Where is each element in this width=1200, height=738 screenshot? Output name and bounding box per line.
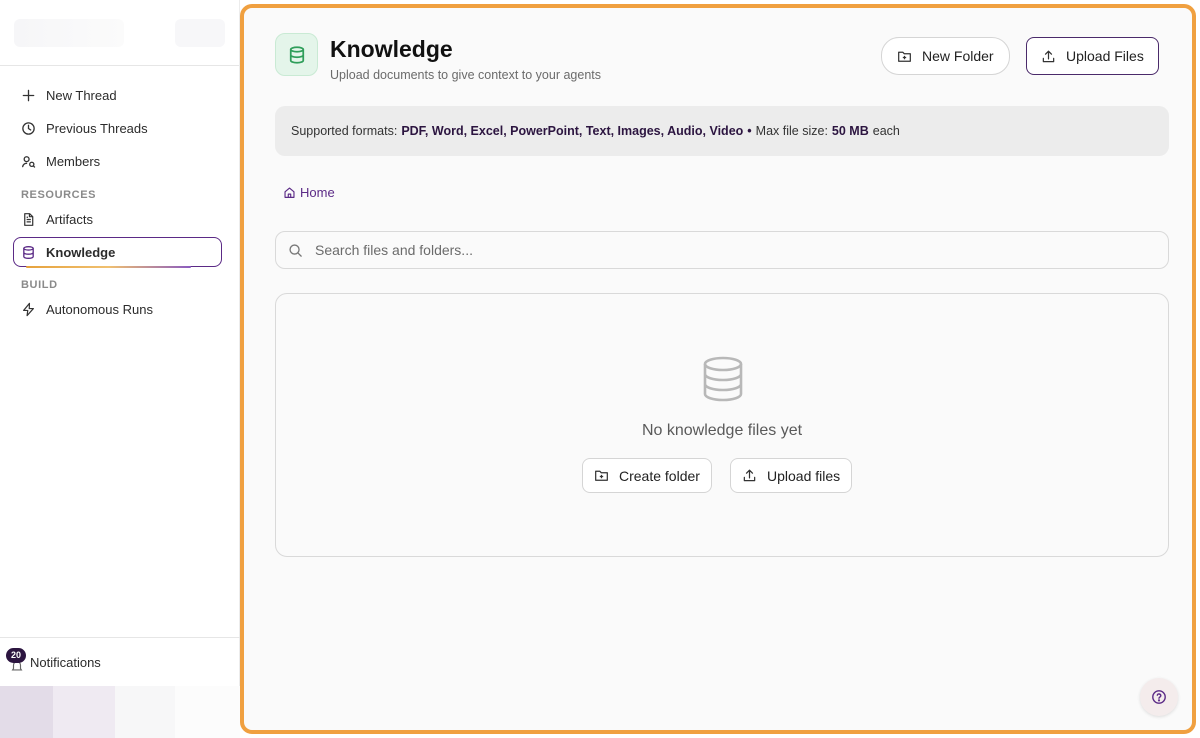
user-meta-blur bbox=[115, 686, 175, 738]
user-profile[interactable] bbox=[0, 686, 240, 738]
database-icon bbox=[703, 356, 743, 402]
notifications-button[interactable]: 20 Notifications bbox=[0, 638, 240, 686]
plus-icon bbox=[22, 89, 35, 101]
file-text-icon bbox=[24, 212, 34, 226]
formats-prefix: Supported formats: bbox=[291, 124, 398, 138]
sidebar-item-autonomous-runs[interactable]: Autonomous Runs bbox=[14, 293, 225, 325]
section-label-resources: RESOURCES bbox=[21, 189, 97, 201]
formats-list: PDF, Word, Excel, PowerPoint, Text, Imag… bbox=[401, 124, 744, 138]
users-icon bbox=[22, 155, 36, 168]
sidebar-item-label: Autonomous Runs bbox=[46, 301, 153, 317]
upload-files-empty-button[interactable]: Upload files bbox=[730, 458, 853, 493]
breadcrumb-home: Home bbox=[300, 185, 335, 200]
upload-files-label: Upload Files bbox=[1066, 48, 1144, 64]
workspace-logo[interactable] bbox=[14, 18, 124, 47]
user-name-blur bbox=[53, 686, 115, 738]
breadcrumb[interactable]: Home bbox=[283, 185, 335, 200]
section-label-build: BUILD bbox=[21, 279, 58, 291]
clock-icon bbox=[22, 121, 35, 135]
create-folder-label: Create folder bbox=[619, 467, 700, 484]
search-input[interactable] bbox=[315, 242, 1168, 258]
zap-icon bbox=[23, 302, 34, 316]
search-icon bbox=[289, 243, 302, 257]
database-icon bbox=[289, 45, 304, 64]
sidebar-item-label: Artifacts bbox=[46, 211, 93, 227]
folder-plus-icon bbox=[898, 51, 911, 62]
sidebar-item-new-thread[interactable]: New Thread bbox=[14, 79, 225, 111]
sidebar-item-label: Members bbox=[46, 153, 101, 169]
max-size-value: 50 MB bbox=[831, 124, 869, 138]
empty-state-message: No knowledge files yet bbox=[641, 422, 803, 439]
workspace-switcher[interactable] bbox=[175, 18, 225, 47]
page-header: Knowledge Upload documents to give conte… bbox=[275, 33, 601, 82]
max-size-suffix: each bbox=[872, 124, 900, 138]
database-icon bbox=[23, 245, 34, 259]
sidebar-item-label: New Thread bbox=[46, 87, 117, 103]
page-subtitle: Upload documents to give context to your… bbox=[330, 68, 601, 82]
sidebar-item-knowledge[interactable]: Knowledge bbox=[13, 237, 222, 268]
sidebar-item-artifacts[interactable]: Artifacts bbox=[14, 203, 225, 235]
sidebar-item-members[interactable]: Members bbox=[14, 145, 225, 177]
knowledge-panel: Knowledge Upload documents to give conte… bbox=[240, 4, 1196, 734]
sidebar-item-label: Previous Threads bbox=[46, 120, 148, 136]
new-folder-button[interactable]: New Folder bbox=[881, 37, 1010, 75]
sidebar: New Thread Previous Threads Members RESO… bbox=[0, 0, 240, 738]
sidebar-item-label: Knowledge bbox=[46, 244, 116, 260]
page-title: Knowledge bbox=[330, 36, 453, 62]
user-strip-fill bbox=[175, 686, 240, 738]
help-button[interactable] bbox=[1140, 678, 1178, 716]
search-bar bbox=[275, 231, 1169, 269]
help-circle-icon bbox=[1152, 690, 1166, 704]
empty-state: No knowledge files yet Create folder Upl… bbox=[275, 293, 1169, 557]
upload-icon bbox=[743, 469, 756, 482]
home-icon bbox=[284, 187, 295, 198]
upload-files-button[interactable]: Upload Files bbox=[1026, 37, 1159, 75]
sidebar-footer: 20 Notifications bbox=[0, 637, 240, 738]
supported-formats-banner: Supported formats: PDF, Word, Excel, Pow… bbox=[275, 106, 1169, 156]
sidebar-nav: New Thread Previous Threads Members RESO… bbox=[0, 66, 239, 325]
upload-icon bbox=[1042, 50, 1055, 62]
formats-separator: • bbox=[747, 124, 752, 138]
max-size-prefix: Max file size: bbox=[755, 124, 828, 138]
create-folder-button[interactable]: Create folder bbox=[582, 458, 712, 493]
notification-count-badge: 20 bbox=[6, 648, 26, 663]
folder-plus-icon bbox=[595, 470, 608, 481]
knowledge-header-icon bbox=[275, 33, 318, 76]
new-folder-label: New Folder bbox=[922, 48, 994, 64]
sidebar-item-previous-threads[interactable]: Previous Threads bbox=[14, 112, 225, 144]
notifications-label: Notifications bbox=[30, 654, 101, 670]
upload-files-empty-label: Upload files bbox=[767, 467, 841, 484]
sidebar-header bbox=[0, 0, 239, 66]
avatar bbox=[0, 686, 53, 738]
